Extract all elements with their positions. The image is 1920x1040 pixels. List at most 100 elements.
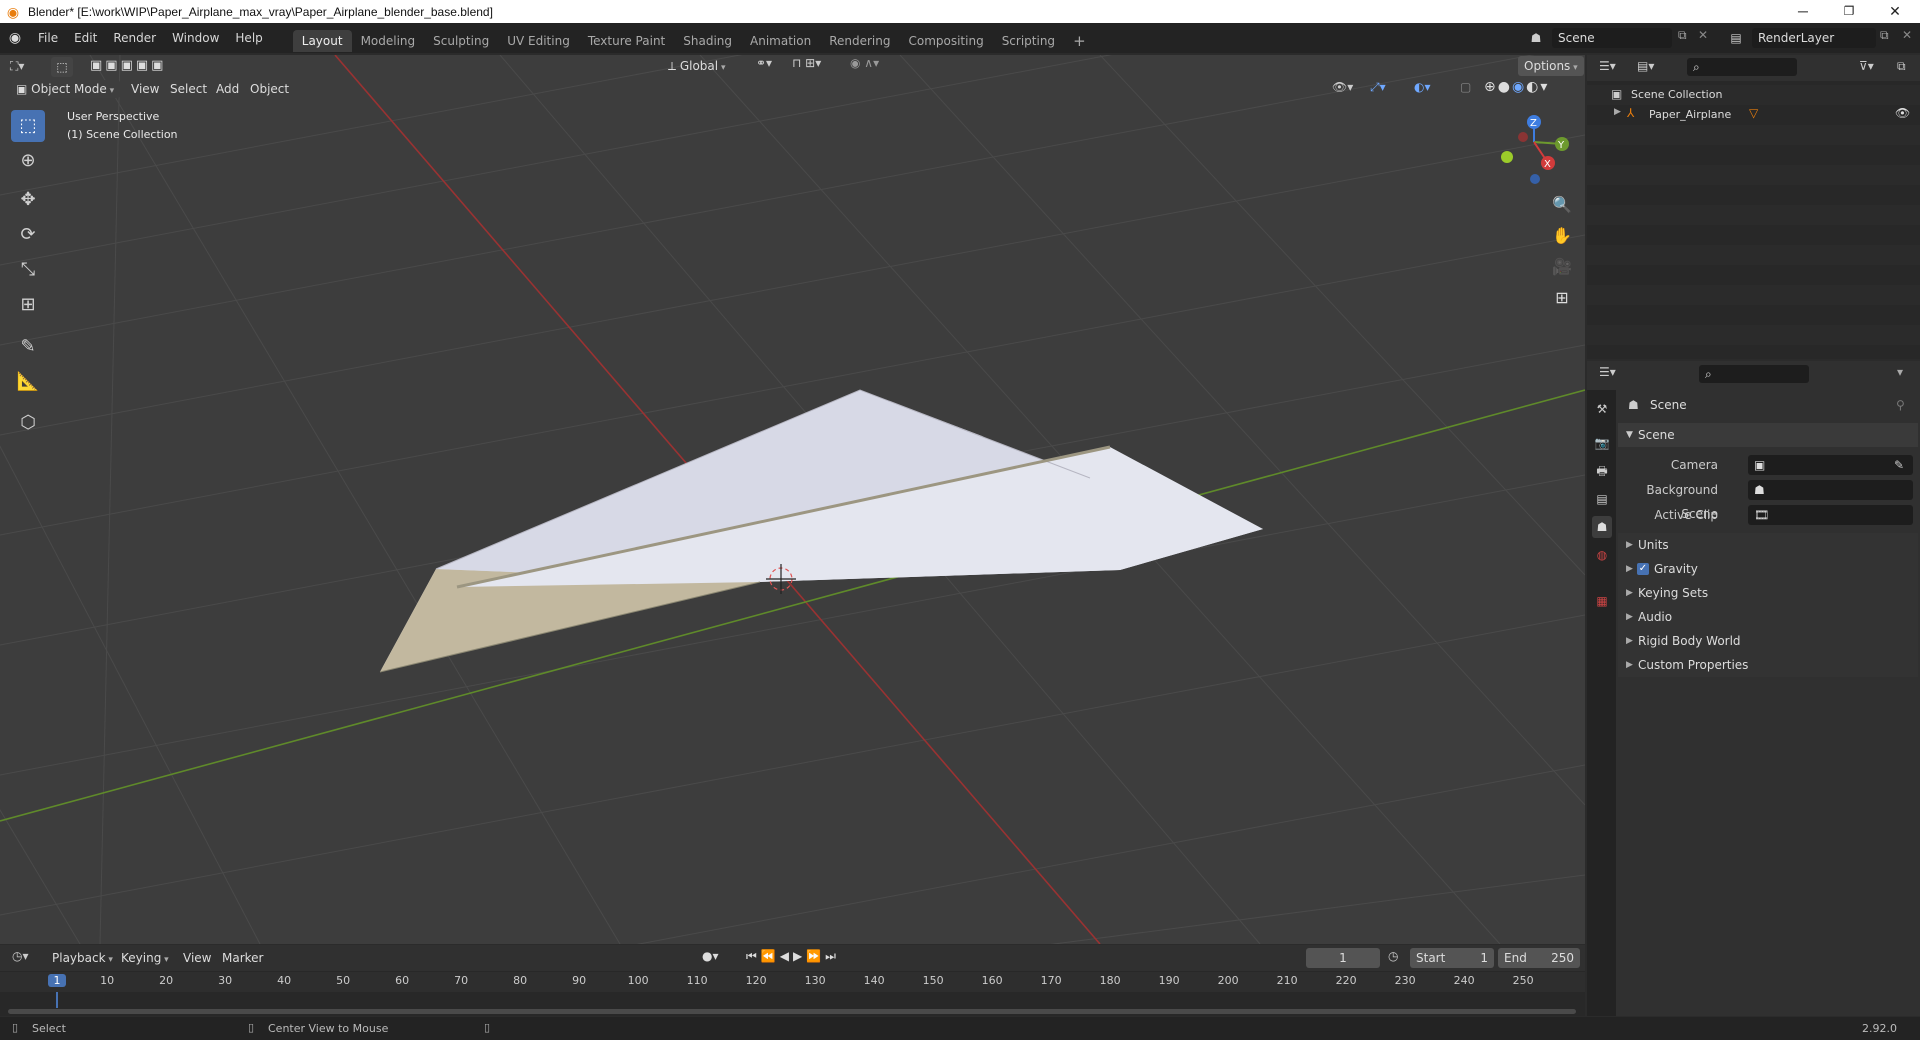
start-frame-field[interactable]: Start 1 [1410, 948, 1494, 968]
scene-field[interactable]: Scene [1552, 28, 1672, 48]
tab-modeling[interactable]: Modeling [352, 30, 425, 52]
visibility-icon[interactable]: 👁▾ [1332, 80, 1353, 94]
minimize-button[interactable]: ─ [1780, 0, 1826, 23]
zoom-icon[interactable]: 🔍 [1548, 191, 1576, 219]
rigid-body-world-panel-header[interactable]: ▶ Rigid Body World [1618, 629, 1918, 653]
gizmo-toggle-icon[interactable]: ⤢▾ [1370, 80, 1386, 95]
vp-menu-object[interactable]: Object [250, 82, 289, 96]
frame-ruler[interactable]: 1 10 20 30 40 50 60 70 80 90 100 110 120 130 140 150 160… [0, 972, 1585, 992]
playback-menu[interactable]: Playback [52, 951, 113, 965]
scene-icon[interactable]: ☗ [1524, 27, 1548, 49]
snap-icon[interactable]: ⊓ ⊞▾ [792, 56, 821, 70]
menu-help[interactable]: Help [227, 23, 270, 53]
menu-render[interactable]: Render [105, 23, 164, 53]
view-layer-field[interactable]: RenderLayer [1752, 28, 1876, 48]
measure-tool-icon[interactable]: 📐 [11, 366, 45, 398]
menu-window[interactable]: Window [164, 23, 227, 53]
tab-compositing[interactable]: Compositing [899, 30, 992, 52]
pivot-icon[interactable]: ⚭▾ [756, 56, 772, 70]
paper-airplane-mesh[interactable] [379, 389, 1263, 673]
scene-tab-icon[interactable]: ☗ [1592, 516, 1612, 538]
gravity-panel-header[interactable]: ▶ ✓ Gravity [1618, 557, 1918, 581]
display-mode-icon[interactable]: ▤▾ [1637, 59, 1654, 73]
editor-type-icon[interactable]: ⛶▾ [10, 59, 24, 74]
filter-icon[interactable]: ⊽▾ [1859, 59, 1874, 73]
playback-controls-icons[interactable]: ⏮⏪◀▶⏩⏭ [746, 949, 840, 964]
shading-mode-icons[interactable]: ⊕●◉◐▾ [1484, 79, 1549, 95]
transform-orientation-dropdown[interactable]: ⟂ Global [668, 56, 726, 76]
audio-panel-header[interactable]: ▶ Audio [1618, 605, 1918, 629]
annotate-tool-icon[interactable]: ✎ [11, 331, 45, 363]
add-workspace-button[interactable]: + [1064, 30, 1095, 52]
rotate-tool-icon[interactable]: ⟳ [11, 219, 45, 251]
eye-visibility-icon[interactable]: 👁 [1895, 106, 1910, 120]
outliner-search-input[interactable]: ⌕ [1687, 58, 1797, 76]
perspective-toggle-icon[interactable]: ⊞ [1548, 284, 1576, 312]
new-view-layer-icon[interactable]: ⧉ [1880, 28, 1889, 43]
marker-menu[interactable]: Marker [222, 951, 263, 965]
record-icon[interactable]: ●▾ [702, 949, 719, 963]
pan-hand-icon[interactable]: ✋ [1548, 222, 1576, 250]
tool-tab-icon[interactable]: ⚒ [1592, 398, 1612, 420]
blender-menu-icon[interactable]: ◉ [0, 30, 30, 46]
select-box-tool-icon[interactable]: ⬚ [11, 110, 45, 142]
units-panel-header[interactable]: ▶ Units [1618, 533, 1918, 557]
eyedropper-icon[interactable]: ✎ [1894, 453, 1904, 477]
proportional-edit-icon[interactable]: ◉ ∧▾ [850, 56, 879, 70]
active-clip-field[interactable]: 🎞 [1748, 505, 1913, 525]
properties-options-icon[interactable]: ▾ [1897, 365, 1903, 379]
navigation-gizmo[interactable]: Z Y X [1490, 108, 1570, 188]
3d-viewport[interactable] [0, 55, 1585, 944]
cursor-tool-icon[interactable]: ⊕ [11, 145, 45, 177]
new-scene-icon[interactable]: ⧉ [1678, 28, 1687, 43]
world-tab-icon[interactable]: ◍ [1592, 544, 1612, 566]
vp-menu-add[interactable]: Add [216, 82, 239, 96]
current-frame-field[interactable]: 1 [1306, 948, 1380, 968]
scale-tool-icon[interactable]: ⤡ [11, 254, 45, 286]
tab-texture-paint[interactable]: Texture Paint [579, 30, 674, 52]
expand-arrow-icon[interactable]: ▶ [1614, 107, 1621, 117]
tab-uv-editing[interactable]: UV Editing [498, 30, 579, 52]
background-scene-field[interactable]: ☗ [1748, 480, 1913, 500]
vp-menu-view[interactable]: View [131, 82, 159, 96]
timeline-view-menu[interactable]: View [183, 951, 211, 965]
camera-view-icon[interactable]: 🎥 [1548, 253, 1576, 281]
timeline-editor-icon[interactable]: ◷▾ [12, 949, 29, 963]
scene-panel-header[interactable]: ▼ Scene [1618, 423, 1918, 447]
add-cube-tool-icon[interactable]: ⬡ [11, 407, 45, 439]
timeline-scrollbar[interactable] [8, 1009, 1576, 1014]
tab-layout[interactable]: Layout [292, 30, 352, 52]
gravity-checkbox[interactable]: ✓ [1637, 563, 1649, 575]
tab-sculpting[interactable]: Sculpting [424, 30, 498, 52]
vp-menu-select[interactable]: Select [170, 82, 207, 96]
preview-range-clock-icon[interactable]: ◷ [1388, 949, 1398, 963]
move-tool-icon[interactable]: ✥ [11, 184, 45, 216]
tab-shading[interactable]: Shading [674, 30, 741, 52]
restore-button[interactable]: ❐ [1826, 0, 1872, 23]
overlay-toggle-icon[interactable]: ◐▾ [1414, 80, 1431, 94]
tab-rendering[interactable]: Rendering [820, 30, 899, 52]
new-collection-icon[interactable]: ⧉ [1897, 59, 1906, 74]
remove-scene-icon[interactable]: ✕ [1698, 28, 1708, 42]
texture-tab-icon[interactable]: ▦ [1592, 590, 1612, 612]
xray-icon[interactable]: ▢ [1460, 80, 1471, 94]
keying-menu[interactable]: Keying [121, 951, 169, 965]
keying-sets-panel-header[interactable]: ▶ Keying Sets [1618, 581, 1918, 605]
outliner-row-scene-collection[interactable]: ▣ Scene Collection [1587, 85, 1920, 105]
select-tool-icon[interactable]: ⬚ [51, 57, 73, 77]
outliner-row-paper-airplane[interactable]: ▶ ⅄ Paper_Airplane ▽ 👁 [1587, 105, 1920, 125]
close-button[interactable]: ✕ [1872, 0, 1918, 23]
pin-icon[interactable]: ⚲ [1896, 393, 1905, 417]
menu-edit[interactable]: Edit [66, 23, 105, 53]
render-tab-icon[interactable]: 📷 [1592, 432, 1612, 454]
options-dropdown[interactable]: Options [1518, 56, 1584, 76]
camera-field[interactable]: ▣ [1748, 455, 1913, 475]
view-layer-tab-icon[interactable]: ▤ [1592, 488, 1612, 510]
transform-tool-icon[interactable]: ⊞ [11, 289, 45, 321]
object-mode-dropdown[interactable]: ▣ Object Mode [12, 80, 120, 98]
remove-view-layer-icon[interactable]: ✕ [1902, 28, 1912, 42]
properties-editor-icon[interactable]: ☰▾ [1599, 365, 1616, 379]
outliner-editor-icon[interactable]: ☰▾ [1599, 59, 1616, 73]
tab-scripting[interactable]: Scripting [993, 30, 1064, 52]
custom-properties-panel-header[interactable]: ▶ Custom Properties [1618, 653, 1918, 677]
